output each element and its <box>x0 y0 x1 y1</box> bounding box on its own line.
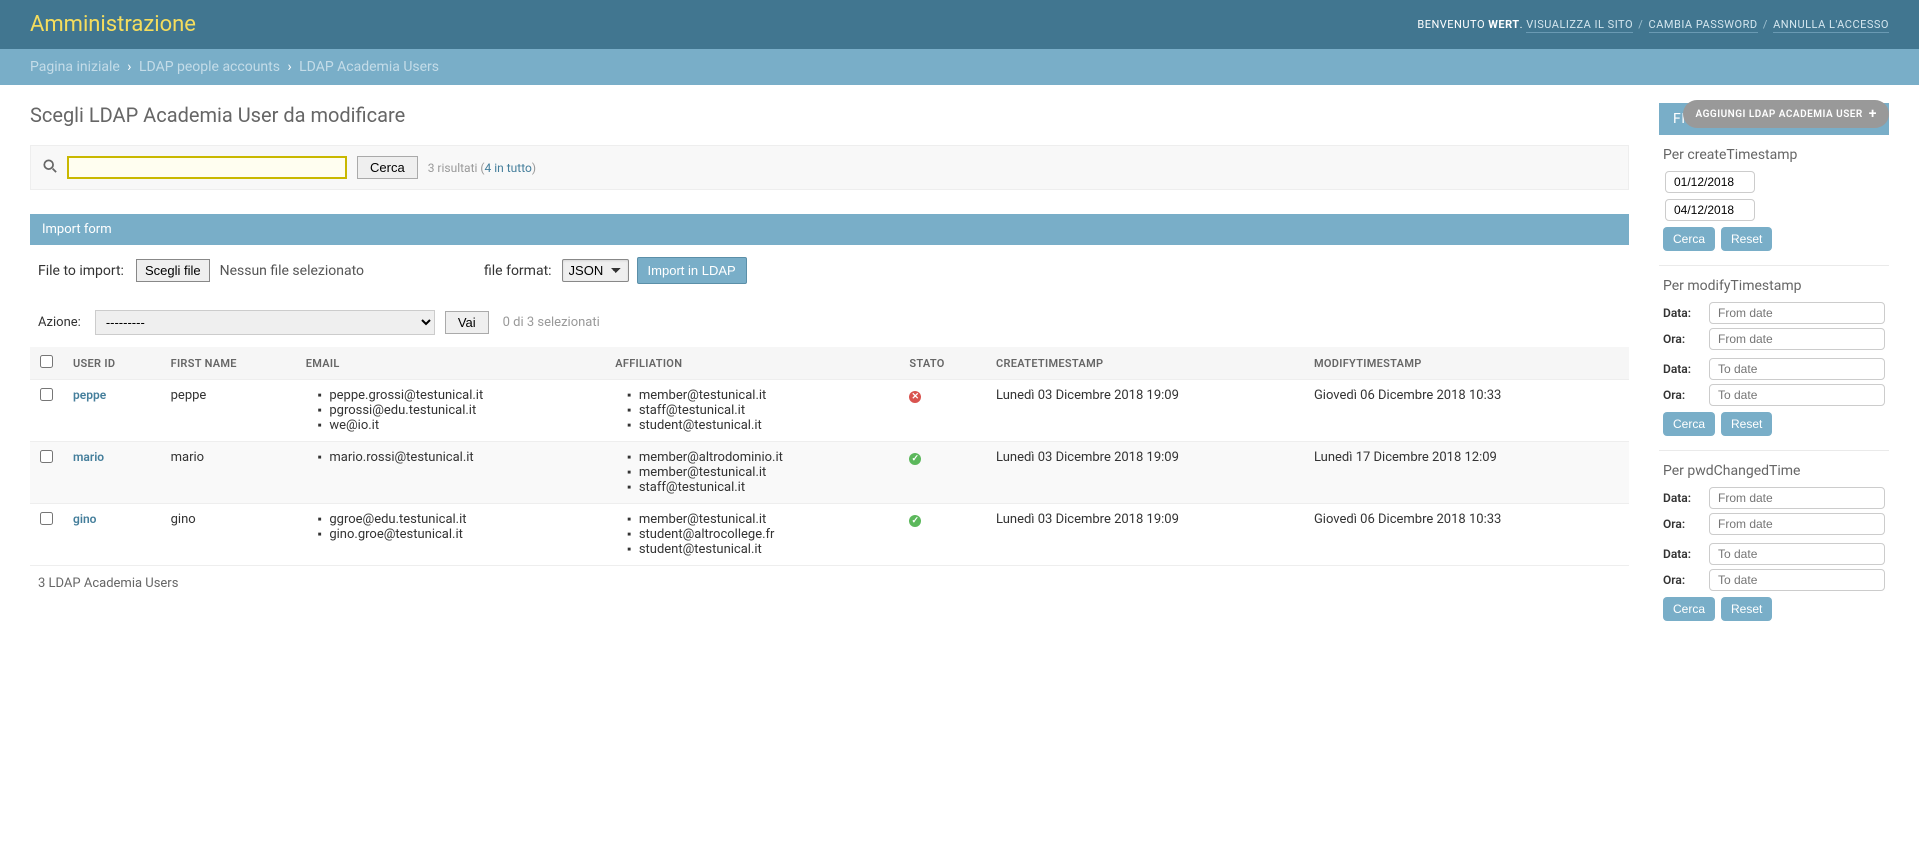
format-select[interactable]: JSON <box>562 259 629 282</box>
paginator: 3 LDAP Academia Users <box>30 566 1629 601</box>
create-cell: Lunedì 03 Dicembre 2018 19:09 <box>986 442 1304 504</box>
modify-from-date-input[interactable] <box>1709 302 1885 324</box>
logout-link[interactable]: ANNULLA L'ACCESSO <box>1773 18 1889 33</box>
create-reset-button[interactable]: Reset <box>1721 227 1772 251</box>
create-from-input[interactable] <box>1665 171 1755 193</box>
filter-pwd-changed-time: Per pwdChangedTime Data: Ora: Data: Ora:… <box>1659 451 1889 635</box>
email-cell: ggroe@edu.testunical.itgino.groe@testuni… <box>296 504 605 566</box>
breadcrumb-home[interactable]: Pagina iniziale <box>30 59 120 75</box>
pwd-to-time-input[interactable] <box>1709 569 1885 591</box>
first-name-cell: gino <box>161 504 296 566</box>
no-file-text: Nessun file selezionato <box>220 263 364 279</box>
col-email[interactable]: EMAIL <box>296 347 605 380</box>
table-row: peppepeppepeppe.grossi@testunical.itpgro… <box>30 380 1629 442</box>
pwd-from-date-input[interactable] <box>1709 487 1885 509</box>
pwd-to-date-input[interactable] <box>1709 543 1885 565</box>
col-stato[interactable]: STATO <box>899 347 986 380</box>
col-affiliation[interactable]: AFFILIATION <box>605 347 899 380</box>
modify-cerca-button[interactable]: Cerca <box>1663 412 1715 436</box>
format-label: file format: <box>484 263 552 279</box>
change-password-link[interactable]: CAMBIA PASSWORD <box>1649 18 1758 33</box>
selection-counter: 0 di 3 selezionati <box>503 315 600 330</box>
check-icon: ✓ <box>909 453 921 465</box>
filter-modify-timestamp: Per modifyTimestamp Data: Ora: Data: Ora… <box>1659 266 1889 451</box>
create-cerca-button[interactable]: Cerca <box>1663 227 1715 251</box>
results-table: USER ID FIRST NAME EMAIL AFFILIATION STA… <box>30 347 1629 566</box>
create-to-input[interactable] <box>1665 199 1755 221</box>
cross-icon: ✕ <box>909 391 921 403</box>
affiliation-cell: member@altrodominio.itmember@testunical.… <box>605 442 899 504</box>
pwd-cerca-button[interactable]: Cerca <box>1663 597 1715 621</box>
col-firstname[interactable]: FIRST NAME <box>161 347 296 380</box>
plus-icon: + <box>1869 107 1877 121</box>
status-cell: ✓ <box>899 504 986 566</box>
col-userid[interactable]: USER ID <box>63 347 161 380</box>
check-icon: ✓ <box>909 515 921 527</box>
affiliation-cell: member@testunical.itstaff@testunical.its… <box>605 380 899 442</box>
filter-create-timestamp: Per createTimestamp Cerca Reset <box>1659 135 1889 266</box>
search-icon <box>43 159 57 177</box>
affiliation-cell: member@testunical.itstudent@altrocollege… <box>605 504 899 566</box>
search-input[interactable] <box>67 156 347 179</box>
add-user-label: AGGIUNGI LDAP ACADEMIA USER <box>1695 109 1862 120</box>
add-user-button[interactable]: AGGIUNGI LDAP ACADEMIA USER + <box>1683 100 1889 128</box>
email-cell: mario.rossi@testunical.it <box>296 442 605 504</box>
action-label: Azione: <box>38 315 81 330</box>
pwd-from-time-input[interactable] <box>1709 513 1885 535</box>
pwd-reset-button[interactable]: Reset <box>1721 597 1772 621</box>
row-checkbox[interactable] <box>40 512 53 525</box>
breadcrumb-app[interactable]: LDAP people accounts <box>139 59 280 75</box>
table-row: mariomariomario.rossi@testunical.itmembe… <box>30 442 1629 504</box>
search-button[interactable]: Cerca <box>357 156 418 179</box>
status-cell: ✓ <box>899 442 986 504</box>
import-form: File to import: Scegli file Nessun file … <box>30 245 1629 298</box>
email-cell: peppe.grossi@testunical.itpgrossi@edu.te… <box>296 380 605 442</box>
header: Amministrazione BENVENUTO WERT. VISUALIZ… <box>0 0 1919 49</box>
row-checkbox[interactable] <box>40 450 53 463</box>
modify-to-time-input[interactable] <box>1709 384 1885 406</box>
first-name-cell: mario <box>161 442 296 504</box>
modify-cell: Giovedì 06 Dicembre 2018 10:33 <box>1304 504 1629 566</box>
view-site-link[interactable]: VISUALIZZA IL SITO <box>1526 18 1633 33</box>
page-title: Scegli LDAP Academia User da modificare <box>30 103 1629 127</box>
import-button[interactable]: Import in LDAP <box>637 257 747 284</box>
userid-link[interactable]: gino <box>73 512 96 526</box>
row-checkbox[interactable] <box>40 388 53 401</box>
actions-bar: Azione: --------- Vai 0 di 3 selezionati <box>30 298 1629 347</box>
go-button[interactable]: Vai <box>445 311 489 334</box>
table-row: ginoginoggroe@edu.testunical.itgino.groe… <box>30 504 1629 566</box>
modify-to-date-input[interactable] <box>1709 358 1885 380</box>
select-all-checkbox[interactable] <box>40 355 53 368</box>
first-name-cell: peppe <box>161 380 296 442</box>
status-cell: ✕ <box>899 380 986 442</box>
user-links: BENVENUTO WERT. VISUALIZZA IL SITO / CAM… <box>1417 18 1889 31</box>
modify-cell: Lunedì 17 Dicembre 2018 12:09 <box>1304 442 1629 504</box>
create-cell: Lunedì 03 Dicembre 2018 19:09 <box>986 380 1304 442</box>
file-label: File to import: <box>38 263 124 279</box>
breadcrumb: Pagina iniziale › LDAP people accounts ›… <box>0 49 1919 85</box>
choose-file-button[interactable]: Scegli file <box>136 259 210 282</box>
modify-cell: Giovedì 06 Dicembre 2018 10:33 <box>1304 380 1629 442</box>
breadcrumb-current: LDAP Academia Users <box>299 59 439 75</box>
welcome-text: BENVENUTO <box>1417 18 1485 31</box>
create-cell: Lunedì 03 Dicembre 2018 19:09 <box>986 504 1304 566</box>
action-select[interactable]: --------- <box>95 310 435 335</box>
modify-reset-button[interactable]: Reset <box>1721 412 1772 436</box>
show-all-link[interactable]: 4 in tutto <box>485 161 532 175</box>
userid-link[interactable]: mario <box>73 450 104 464</box>
search-results-text: 3 risultati (4 in tutto) <box>428 161 536 175</box>
username: WERT <box>1488 18 1519 31</box>
col-modify[interactable]: MODIFYTIMESTAMP <box>1304 347 1629 380</box>
modify-from-time-input[interactable] <box>1709 328 1885 350</box>
search-bar: Cerca 3 risultati (4 in tutto) <box>30 145 1629 190</box>
userid-link[interactable]: peppe <box>73 388 106 402</box>
site-title[interactable]: Amministrazione <box>30 12 196 37</box>
col-create[interactable]: CREATETIMESTAMP <box>986 347 1304 380</box>
import-form-header: Import form <box>30 214 1629 245</box>
filter-sidebar: FILTRA Per createTimestamp Cerca Reset P… <box>1659 103 1889 635</box>
